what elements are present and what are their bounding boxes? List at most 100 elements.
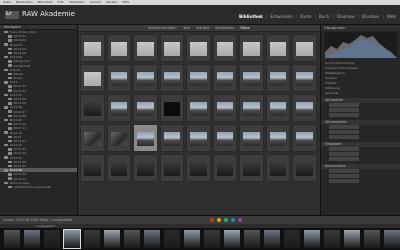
color-label-dot[interactable]	[231, 218, 235, 222]
module-drucken[interactable]: Drucken	[362, 14, 379, 19]
filmstrip-thumbnail[interactable]	[224, 230, 240, 248]
grid-cell[interactable]	[106, 154, 131, 182]
grid-cell[interactable]	[186, 124, 211, 152]
grid-cell[interactable]	[80, 94, 105, 122]
filmstrip-thumbnail[interactable]	[264, 230, 280, 248]
color-label-dot[interactable]	[210, 218, 214, 222]
grid-cell[interactable]	[212, 124, 237, 152]
grid-cell[interactable]	[212, 154, 237, 182]
folder-icon	[8, 173, 12, 176]
grid-cell[interactable]	[186, 34, 211, 62]
filmstrip-thumbnail[interactable]	[244, 230, 260, 248]
filmstrip-thumbnail[interactable]	[204, 230, 220, 248]
grid-cell[interactable]	[212, 94, 237, 122]
field-box[interactable]	[329, 174, 359, 178]
grid-cell[interactable]	[159, 154, 184, 182]
grid-cell[interactable]	[106, 124, 131, 152]
grid-cell[interactable]	[239, 34, 264, 62]
folder-item[interactable]: Veröffentlichungsdienste	[0, 185, 77, 189]
grid-cell[interactable]	[212, 34, 237, 62]
field-box[interactable]	[329, 125, 359, 129]
grid-cell[interactable]	[80, 64, 105, 92]
filmstrip-thumbnail[interactable]	[63, 229, 81, 249]
filmstrip-thumbnail[interactable]	[284, 230, 300, 248]
color-label-dot[interactable]	[224, 218, 228, 222]
grid-cell[interactable]	[239, 124, 264, 152]
filter-3[interactable]: Metadaten	[215, 26, 234, 30]
grid-cell[interactable]	[80, 154, 105, 182]
grid-cell[interactable]	[106, 64, 131, 92]
field-box[interactable]	[329, 157, 359, 161]
quick-develop-row[interactable]: Dynamik	[321, 91, 400, 96]
grid-cell[interactable]	[265, 154, 290, 182]
grid-cell[interactable]	[292, 64, 317, 92]
color-label-dot[interactable]	[217, 218, 221, 222]
grid-cell[interactable]	[265, 34, 290, 62]
filmstrip-thumbnail[interactable]	[384, 230, 400, 248]
filmstrip-thumbnail[interactable]	[364, 230, 380, 248]
filmstrip-thumbnail[interactable]	[144, 230, 160, 248]
grid-cell[interactable]	[133, 64, 158, 92]
field-box[interactable]	[329, 152, 359, 156]
grid-cell[interactable]	[80, 34, 105, 62]
filmstrip-thumbnail[interactable]	[184, 230, 200, 248]
module-karte[interactable]: Karte	[300, 14, 311, 19]
module-diashow[interactable]: Diashow	[337, 14, 355, 19]
grid-cell[interactable]	[159, 64, 184, 92]
grid-cell[interactable]	[133, 124, 158, 152]
grid-cell[interactable]	[80, 124, 105, 152]
grid-cell[interactable]	[265, 64, 290, 92]
thumbnail	[110, 162, 127, 176]
field-box[interactable]	[329, 169, 359, 173]
folder-icon	[8, 35, 12, 38]
module-bibliothek[interactable]: Bibliothek	[239, 14, 263, 19]
grid-cell[interactable]	[106, 94, 131, 122]
filter-4[interactable]: Ohne	[240, 26, 249, 30]
field-box[interactable]	[329, 108, 359, 112]
grid-cell[interactable]	[186, 154, 211, 182]
filmstrip-thumbnail[interactable]	[104, 230, 120, 248]
grid-cell[interactable]	[186, 64, 211, 92]
grid-cell[interactable]	[265, 124, 290, 152]
color-label-dot[interactable]	[238, 218, 242, 222]
grid-cell[interactable]	[212, 64, 237, 92]
grid-cell[interactable]	[292, 34, 317, 62]
grid-cell[interactable]	[292, 154, 317, 182]
filmstrip-thumbnail[interactable]	[304, 230, 320, 248]
grid-cell[interactable]	[239, 64, 264, 92]
grid-cell[interactable]	[292, 94, 317, 122]
thumbnail	[163, 42, 180, 56]
grid-cell[interactable]	[159, 124, 184, 152]
filter-2[interactable]: Attribut	[196, 26, 209, 30]
field-box[interactable]	[329, 130, 359, 134]
filmstrip-thumbnail[interactable]	[344, 230, 360, 248]
grid-cell[interactable]	[265, 94, 290, 122]
field-box[interactable]	[329, 103, 359, 107]
grid-cell[interactable]	[133, 154, 158, 182]
grid-cell[interactable]	[239, 94, 264, 122]
field-box[interactable]	[329, 179, 359, 183]
filmstrip-thumbnail[interactable]	[124, 230, 140, 248]
grid-cell[interactable]	[159, 34, 184, 62]
filter-1[interactable]: Text	[183, 26, 190, 30]
filmstrip-thumbnail[interactable]	[44, 230, 60, 248]
field-box[interactable]	[329, 113, 359, 117]
field-box[interactable]	[329, 135, 359, 139]
module-buch[interactable]: Buch	[319, 14, 329, 19]
field-box[interactable]	[329, 147, 359, 151]
grid-cell[interactable]	[133, 34, 158, 62]
grid-cell[interactable]	[159, 94, 184, 122]
grid-cell[interactable]	[186, 94, 211, 122]
filmstrip-thumbnail[interactable]	[24, 230, 40, 248]
module-web[interactable]: Web	[387, 14, 396, 19]
filmstrip-thumbnail[interactable]	[84, 230, 100, 248]
grid-cell[interactable]	[133, 94, 158, 122]
grid-cell[interactable]	[292, 124, 317, 152]
filmstrip-thumbnail[interactable]	[164, 230, 180, 248]
module-entwickeln[interactable]: Entwickeln	[270, 14, 293, 19]
filmstrip[interactable]	[0, 228, 400, 250]
filmstrip-thumbnail[interactable]	[4, 230, 20, 248]
grid-cell[interactable]	[106, 34, 131, 62]
filmstrip-thumbnail[interactable]	[324, 230, 340, 248]
grid-cell[interactable]	[239, 154, 264, 182]
